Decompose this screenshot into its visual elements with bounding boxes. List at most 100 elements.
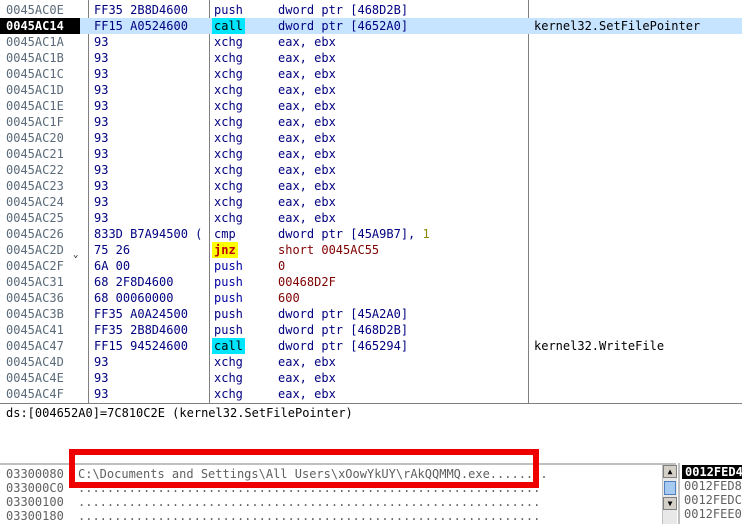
disasm-row[interactable]: 0045AC3B FF35 A0A24500 push dword ptr [45A2… <box>0 306 742 322</box>
disasm-row[interactable]: 0045AC14 FF15 A0524600 call dword ptr [4652… <box>0 18 742 34</box>
dump-address: 03300100 <box>6 495 64 509</box>
operand-text: dword ptr [45A9B7], <box>278 227 423 241</box>
instruction-mnemonic: jnz <box>212 242 238 258</box>
stack-address[interactable]: 0012FED4 <box>682 465 742 479</box>
instruction-mnemonic: xchg <box>214 387 243 401</box>
instruction-operand: eax, ebx <box>278 162 336 178</box>
instruction-bytes: FF35 2B8D4600 <box>94 323 188 337</box>
instruction-bytes: 93 <box>94 371 109 385</box>
disasm-row[interactable]: 0045AC1E 93 xchg eax, ebx <box>0 98 742 114</box>
instruction-comment: kernel32.WriteFile <box>534 339 665 353</box>
disasm-row[interactable]: 0045AC36 68 00060000 push 600 <box>0 290 742 306</box>
operand-text: dword ptr [468D2B] <box>278 3 409 17</box>
disasm-row[interactable]: 0045AC1C 93 xchg eax, ebx <box>0 66 742 82</box>
instruction-bytes: 75 26 <box>94 243 131 257</box>
instruction-mnemonic: xchg <box>214 371 243 385</box>
disasm-row[interactable]: 0045AC22 93 xchg eax, ebx <box>0 162 742 178</box>
instruction-operand: eax, ebx <box>278 370 336 386</box>
operand-text: eax, ebx <box>278 99 336 113</box>
instruction-mnemonic: push <box>214 291 243 305</box>
instruction-mnemonic: push <box>214 259 243 273</box>
instruction-mnemonic: xchg <box>214 355 243 369</box>
operand-text: dword ptr [468D2B] <box>278 323 409 337</box>
instruction-bytes: 93 <box>94 147 109 161</box>
disasm-row[interactable]: 0045AC2D 75 26 jnz short 0045AC55 <box>0 242 742 258</box>
instruction-address: 0045AC20 <box>6 131 64 145</box>
disasm-row[interactable]: 0045AC24 93 xchg eax, ebx <box>0 194 742 210</box>
disasm-row[interactable]: 0045AC2F 6A 00 push 0 <box>0 258 742 274</box>
instruction-mnemonic: xchg <box>214 147 243 161</box>
operand-text: eax, ebx <box>278 371 336 385</box>
instruction-address: 0045AC4E <box>6 371 64 385</box>
disasm-row[interactable]: 0045AC31 68 2F8D4600 push 00468D2F <box>0 274 742 290</box>
disasm-row[interactable]: 0045AC1A 93 xchg eax, ebx <box>0 34 742 50</box>
instruction-operand: 0 <box>278 258 285 274</box>
disasm-row[interactable]: 0045AC41 FF35 2B8D4600 push dword ptr [468D… <box>0 322 742 338</box>
instruction-operand: eax, ebx <box>278 130 336 146</box>
scroll-up-icon[interactable]: ▲ <box>663 465 677 478</box>
operand-text: 0 <box>278 259 286 273</box>
instruction-operand: eax, ebx <box>278 114 336 130</box>
disasm-row[interactable]: 0045AC47 FF15 94524600 call dword ptr [4652… <box>0 338 742 354</box>
instruction-operand: eax, ebx <box>278 98 336 114</box>
disasm-row[interactable]: 0045AC0E FF35 2B8D4600 push dword ptr [468D… <box>0 2 742 18</box>
operand-text: eax, ebx <box>278 179 336 193</box>
scroll-thumb[interactable] <box>664 481 676 495</box>
instruction-mnemonic: xchg <box>214 35 243 49</box>
disasm-row[interactable]: 0045AC20 93 xchg eax, ebx <box>0 130 742 146</box>
operand-text: dword ptr [45A2A0] <box>278 307 409 321</box>
instruction-address: 0045AC23 <box>6 179 64 193</box>
scroll-down-icon[interactable]: ▼ <box>663 497 677 510</box>
instruction-bytes: 93 <box>94 67 109 81</box>
stack-address[interactable]: 0012FEDC <box>684 493 742 507</box>
dump-row[interactable]: 03300180................................… <box>0 509 662 523</box>
instruction-address: 0045AC31 <box>6 275 64 289</box>
instruction-operand: eax, ebx <box>278 82 336 98</box>
instruction-mnemonic: xchg <box>214 211 243 225</box>
operand-text: eax, ebx <box>278 147 336 161</box>
instruction-mnemonic: xchg <box>214 51 243 65</box>
instruction-address: 0045AC2F <box>6 259 64 273</box>
instruction-mnemonic: xchg <box>214 83 243 97</box>
instruction-address: 0045AC24 <box>6 195 64 209</box>
instruction-mnemonic: push <box>214 323 243 337</box>
disasm-row[interactable]: 0045AC1F 93 xchg eax, ebx <box>0 114 742 130</box>
disasm-row[interactable]: 0045AC23 93 xchg eax, ebx <box>0 178 742 194</box>
instruction-address: 0045AC4D <box>6 355 64 369</box>
instruction-mnemonic: xchg <box>214 179 243 193</box>
instruction-operand: 600 <box>278 290 300 306</box>
instruction-address: 0045AC1A <box>6 35 64 49</box>
instruction-bytes: 93 <box>94 131 109 145</box>
disasm-row[interactable]: 0045AC4D 93 xchg eax, ebx <box>0 354 742 370</box>
instruction-address: 0045AC1D <box>6 83 64 97</box>
dump-scrollbar[interactable]: ▲ ▼ <box>662 465 677 524</box>
instruction-bytes: 93 <box>94 115 109 129</box>
disasm-row[interactable]: 0045AC4F 93 xchg eax, ebx <box>0 386 742 402</box>
stack-address[interactable]: 0012FEE0 <box>684 507 742 521</box>
instruction-bytes: 93 <box>94 83 109 97</box>
disasm-row[interactable]: 0045AC21 93 xchg eax, ebx <box>0 146 742 162</box>
disasm-row[interactable]: 0045AC25 93 xchg eax, ebx <box>0 210 742 226</box>
operand-text: eax, ebx <box>278 163 336 177</box>
operand-text: eax, ebx <box>278 195 336 209</box>
instruction-mnemonic: xchg <box>214 67 243 81</box>
disassembly-pane[interactable]: 0045AC0E FF35 2B8D4600 push dword ptr [468D… <box>0 0 742 403</box>
instruction-operand: eax, ebx <box>278 178 336 194</box>
instruction-bytes: 68 2F8D4600 <box>94 275 174 289</box>
instruction-mnemonic: xchg <box>214 131 243 145</box>
disasm-row[interactable]: 0045AC4E 93 xchg eax, ebx <box>0 370 742 386</box>
instruction-bytes: 93 <box>94 195 109 209</box>
instruction-operand: eax, ebx <box>278 210 336 226</box>
stack-pane[interactable]: 0012FED4 0012FED8 0012FEDC 0012FEE0 <box>678 463 742 524</box>
stack-address[interactable]: 0012FED8 <box>684 479 742 493</box>
dump-row[interactable]: 03300100................................… <box>0 495 662 509</box>
instruction-mnemonic: push <box>214 275 243 289</box>
disasm-row[interactable]: 0045AC1D 93 xchg eax, ebx <box>0 82 742 98</box>
disasm-row[interactable]: 0045AC1B 93 xchg eax, ebx <box>0 50 742 66</box>
disasm-row[interactable]: 0045AC26 833D B7A94500 (cmp dword ptr [45A… <box>0 226 742 242</box>
instruction-operand: dword ptr [4652A0] <box>278 18 408 34</box>
operand-number: 1 <box>422 227 430 241</box>
instruction-bytes: 93 <box>94 211 109 225</box>
instruction-address: 0045AC36 <box>6 291 64 305</box>
operand-text: eax, ebx <box>278 83 336 97</box>
